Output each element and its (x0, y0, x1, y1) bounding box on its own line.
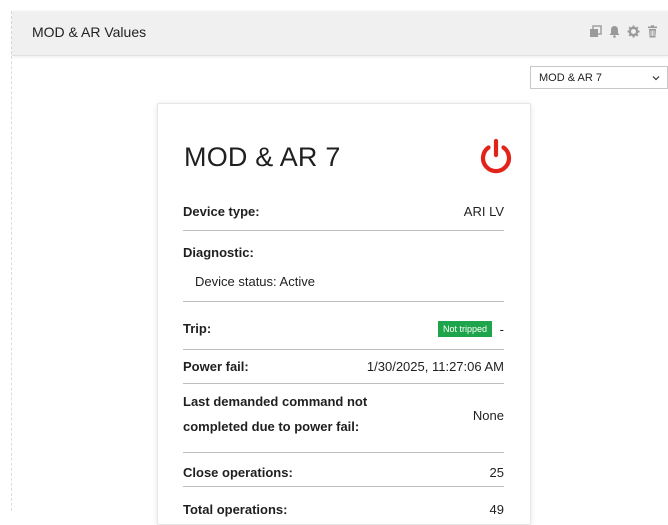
total-operations-row: Total operations: 49 (183, 487, 504, 523)
device-card: MOD & AR 7 Device type: ARI LV Diagnosti… (157, 103, 531, 525)
last-command-label-line2: completed due to power fail: (183, 419, 360, 434)
diagnostic-label: Diagnostic: (183, 245, 254, 260)
power-icon (480, 138, 512, 174)
power-fail-row: Power fail: 1/30/2025, 11:27:06 AM (183, 350, 504, 384)
device-type-value: ARI LV (463, 204, 504, 219)
status-badge: Not tripped (437, 321, 492, 337)
trip-value: - (499, 322, 504, 337)
copy-icon[interactable] (589, 25, 602, 38)
device-status-text: Device status: Active (195, 274, 315, 289)
close-operations-row: Close operations: 25 (183, 453, 504, 487)
last-command-row: Last demanded command not completed due … (183, 384, 504, 453)
close-operations-label: Close operations: (183, 465, 293, 480)
trip-label: Trip: (183, 321, 212, 336)
total-operations-value: 49 (489, 502, 504, 517)
device-type-label: Device type: (183, 204, 260, 219)
close-operations-value: 25 (489, 465, 504, 480)
bell-icon[interactable] (608, 25, 621, 38)
panel-header-actions (589, 25, 659, 38)
device-select-value: MOD & AR 7 (539, 72, 602, 84)
total-operations-label: Total operations: (183, 502, 288, 517)
trash-icon[interactable] (646, 25, 659, 38)
trip-status: Not tripped - (384, 320, 504, 338)
device-select[interactable]: MOD & AR 7 (530, 66, 668, 89)
device-name: MOD & AR 7 (184, 142, 341, 172)
diagnostic-row: Diagnostic: Device status: Active (183, 231, 504, 302)
power-fail-label: Power fail: (183, 359, 249, 374)
chevron-down-icon (652, 76, 660, 81)
gear-icon[interactable] (627, 25, 640, 38)
last-command-label-line1: Last demanded command not (183, 394, 368, 409)
power-fail-value: 1/30/2025, 11:27:06 AM (366, 359, 504, 374)
trip-row: Trip: Not tripped - (183, 302, 504, 350)
device-type-row: Device type: ARI LV (183, 202, 504, 231)
panel-header: MOD & AR Values (12, 11, 668, 56)
panel-title: MOD & AR Values (32, 24, 147, 40)
mod-ar-values-panel: MOD & AR Values MOD & AR 7 MOD & AR 7 De… (11, 11, 668, 525)
last-command-value: None (472, 408, 504, 423)
